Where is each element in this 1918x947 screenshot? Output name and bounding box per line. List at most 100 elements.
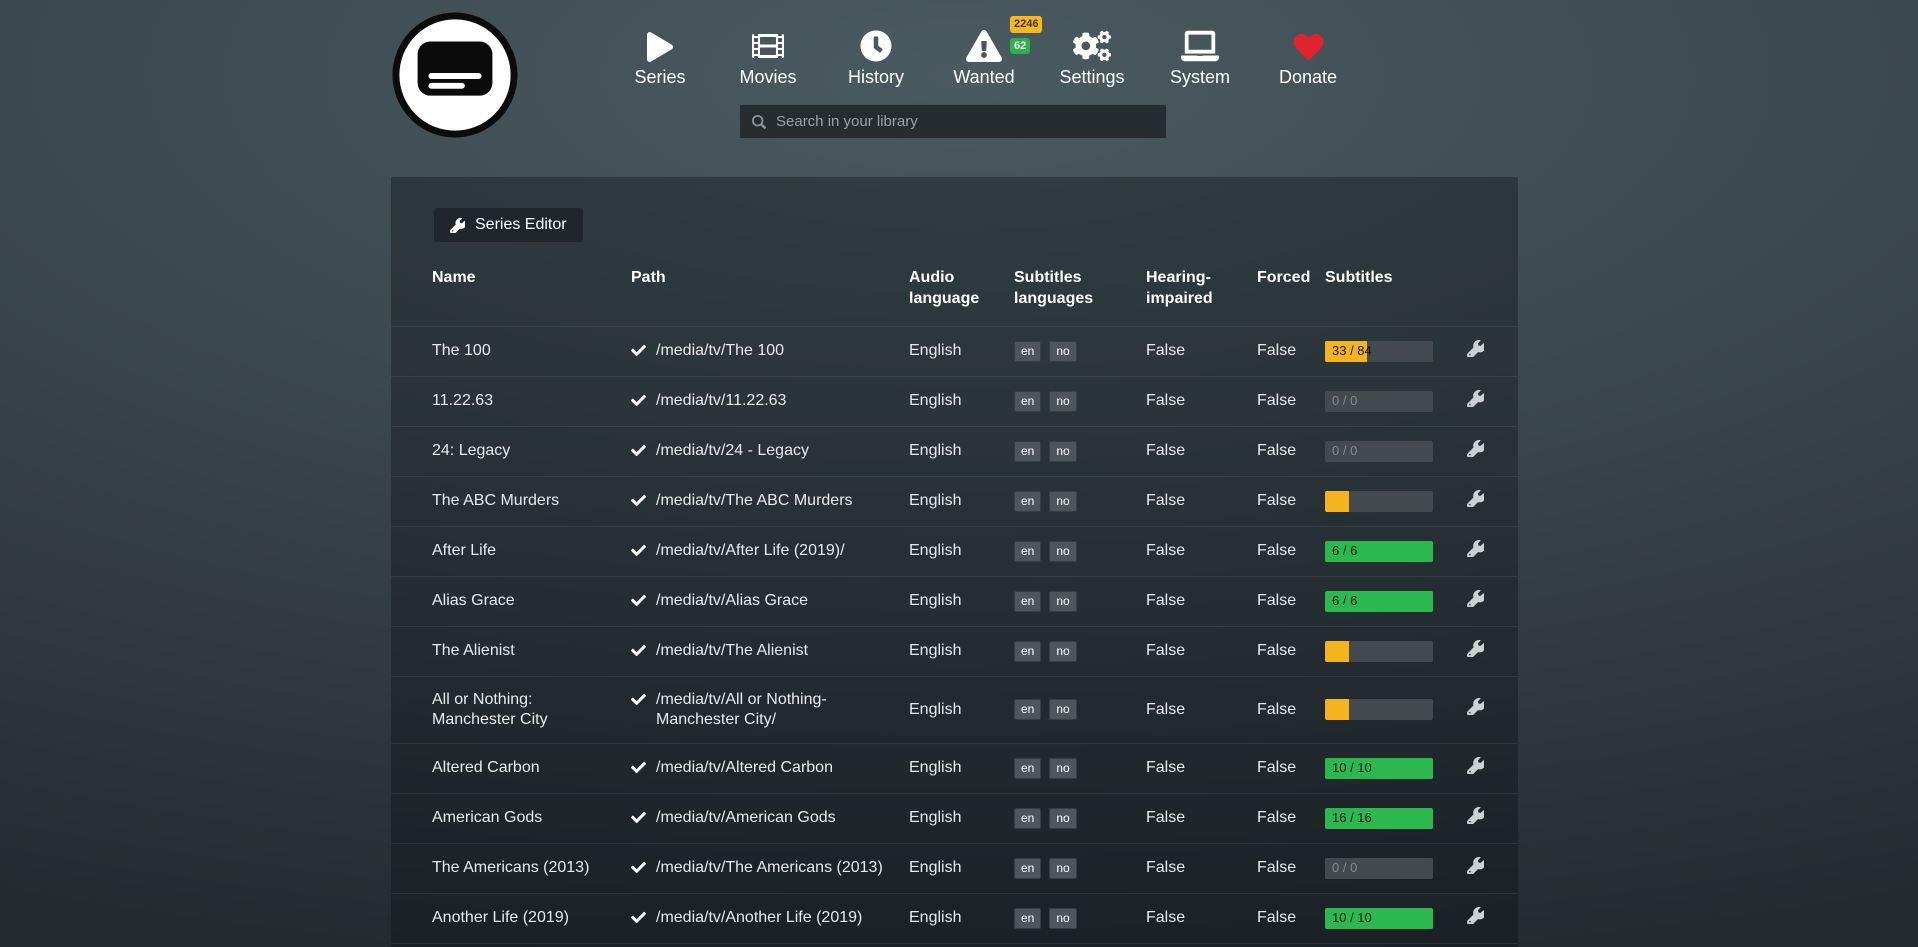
forced-value: False	[1257, 895, 1325, 941]
audio-language: English	[909, 528, 1014, 574]
language-badge: en	[1014, 541, 1041, 562]
series-name[interactable]: The 100	[432, 328, 631, 374]
series-name[interactable]: American Gods	[432, 795, 631, 841]
forced-value: False	[1257, 328, 1325, 374]
series-editor-button[interactable]: Series Editor	[434, 208, 583, 242]
series-path: /media/tv/The 100	[631, 328, 909, 374]
series-path-text: /media/tv/Alias Grace	[656, 591, 808, 611]
forced-value: False	[1257, 428, 1325, 474]
series-name[interactable]: The Alienist	[432, 628, 631, 674]
hearing-impaired-value: False	[1146, 687, 1257, 733]
row-actions	[1462, 944, 1484, 947]
language-badge: no	[1049, 641, 1076, 662]
edit-series-wrench-icon[interactable]	[1467, 640, 1484, 657]
edit-series-wrench-icon[interactable]	[1467, 340, 1484, 357]
edit-series-wrench-icon[interactable]	[1467, 540, 1484, 557]
wanted-count-badge-secondary: 62	[1010, 38, 1030, 55]
series-name[interactable]: After Life	[432, 528, 631, 574]
forced-value: False	[1257, 745, 1325, 791]
bazarr-logo[interactable]	[392, 12, 518, 138]
edit-series-wrench-icon[interactable]	[1467, 807, 1484, 824]
nav-item-movies[interactable]: Movies	[714, 26, 822, 88]
subtitles-languages: enno	[1014, 578, 1146, 625]
language-badge: no	[1049, 391, 1076, 412]
nav-item-series[interactable]: Series	[606, 26, 714, 88]
series-path: /media/tv/24 - Legacy	[631, 428, 909, 474]
hearing-impaired-value: False	[1146, 478, 1257, 524]
main-nav: Series Movies History 2246 62 Wanted Set…	[606, 26, 1362, 88]
subtitles-progress-cell	[1325, 478, 1462, 525]
nav-label-history: History	[848, 67, 904, 88]
nav-item-settings[interactable]: Settings	[1038, 26, 1146, 88]
search-input[interactable]	[776, 113, 1154, 130]
audio-language: English	[909, 328, 1014, 374]
header-audio-language: Audio language	[909, 268, 1014, 310]
nav-label-donate: Donate	[1279, 67, 1337, 88]
series-name[interactable]: Another Life (2019)	[432, 895, 631, 941]
clock-icon	[860, 26, 892, 62]
warning-icon	[966, 26, 1002, 62]
heart-icon	[1292, 26, 1325, 62]
edit-series-wrench-icon[interactable]	[1467, 857, 1484, 874]
nav-item-wanted[interactable]: 2246 62 Wanted	[930, 26, 1038, 88]
subtitles-progress-bar: 33 / 84	[1325, 341, 1433, 362]
series-path: /media/tv/The ABC Murders	[631, 478, 909, 524]
path-ok-check-icon	[631, 810, 646, 825]
subtitles-progress-label: 10 / 10	[1332, 908, 1372, 928]
series-name[interactable]: The Americans (2013)	[432, 845, 631, 891]
edit-series-wrench-icon[interactable]	[1467, 907, 1484, 924]
edit-series-wrench-icon[interactable]	[1467, 390, 1484, 407]
hearing-impaired-value: False	[1146, 628, 1257, 674]
series-path-text: /media/tv/Altered Carbon	[656, 758, 833, 778]
audio-language: English	[909, 378, 1014, 424]
language-badge: no	[1049, 341, 1076, 362]
edit-series-wrench-icon[interactable]	[1467, 757, 1484, 774]
series-name[interactable]: The ABC Murders	[432, 478, 631, 524]
forced-value: False	[1257, 528, 1325, 574]
series-path: /media/tv/All or Nothing- Manchester Cit…	[631, 677, 909, 743]
path-ok-check-icon	[631, 760, 646, 775]
subtitles-progress-label: 16 / 16	[1332, 808, 1372, 828]
series-name[interactable]: All or Nothing: Manchester City	[432, 677, 631, 743]
edit-series-wrench-icon[interactable]	[1467, 440, 1484, 457]
edit-series-wrench-icon[interactable]	[1467, 490, 1484, 507]
language-badge: en	[1014, 641, 1041, 662]
nav-label-wanted: Wanted	[953, 67, 1014, 88]
nav-item-system[interactable]: System	[1146, 26, 1254, 88]
subtitles-progress-bar: 10 / 10	[1325, 908, 1433, 929]
nav-item-history[interactable]: History	[822, 26, 930, 88]
language-badge: no	[1049, 491, 1076, 512]
path-ok-check-icon	[631, 543, 646, 558]
table-row: The ABC Murders/media/tv/The ABC Murders…	[391, 476, 1518, 526]
nav-item-donate[interactable]: Donate	[1254, 26, 1362, 88]
subtitles-languages: enno	[1014, 528, 1146, 575]
header-path: Path	[631, 268, 909, 310]
edit-series-wrench-icon[interactable]	[1467, 698, 1484, 715]
series-name[interactable]: Alias Grace	[432, 578, 631, 624]
wrench-icon	[450, 218, 465, 233]
subtitles-progress-cell: 10 / 10	[1325, 895, 1462, 942]
language-badge: no	[1049, 808, 1076, 829]
series-name[interactable]: 11.22.63	[432, 378, 631, 424]
subtitles-progress-label: 6 / 6	[1332, 541, 1357, 561]
subtitles-progress-label: 10 / 10	[1332, 758, 1372, 778]
series-path-text: /media/tv/Another Life (2019)	[656, 908, 862, 928]
audio-language: English	[909, 578, 1014, 624]
nav-label-movies: Movies	[739, 67, 796, 88]
edit-series-wrench-icon[interactable]	[1467, 590, 1484, 607]
header-subtitles: Subtitles	[1325, 268, 1462, 310]
hearing-impaired-value: False	[1146, 378, 1257, 424]
subtitles-progress-bar	[1325, 641, 1433, 662]
series-path-text: /media/tv/The Alienist	[656, 641, 808, 661]
subtitles-progress-bar: 16 / 16	[1325, 808, 1433, 829]
header-subtitles-languages: Subtitles languages	[1014, 268, 1146, 310]
series-name[interactable]: 24: Legacy	[432, 428, 631, 474]
subtitles-languages: enno	[1014, 895, 1146, 942]
subtitles-languages: enno	[1014, 628, 1146, 675]
subtitles-progress-bar: 6 / 6	[1325, 591, 1433, 612]
path-ok-check-icon	[631, 692, 646, 707]
series-path: /media/tv/After Life (2019)/	[631, 528, 909, 574]
series-name[interactable]: Altered Carbon	[432, 745, 631, 791]
subtitles-languages: enno	[1014, 845, 1146, 892]
audio-language: English	[909, 428, 1014, 474]
